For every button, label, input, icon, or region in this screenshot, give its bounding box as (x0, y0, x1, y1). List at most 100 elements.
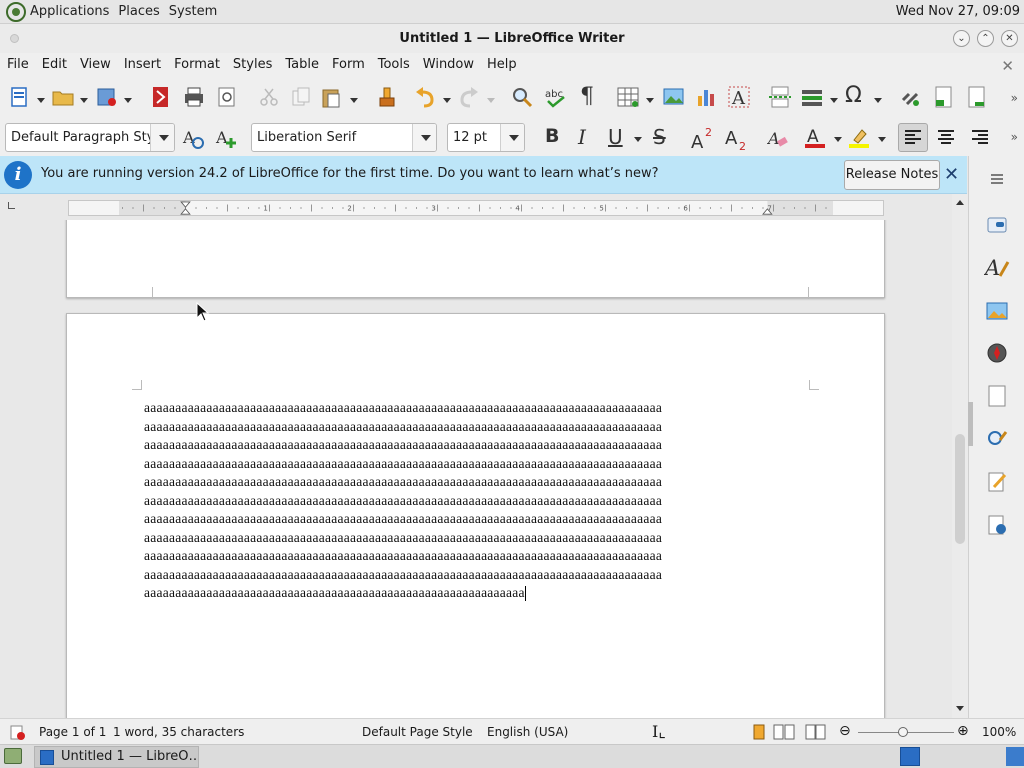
menu-form[interactable]: Form (332, 57, 365, 72)
panel-menu-applications[interactable]: Applications (30, 4, 109, 19)
special-character-icon[interactable]: Ω (845, 83, 862, 108)
menu-help[interactable]: Help (487, 57, 517, 72)
print-icon[interactable] (183, 86, 205, 108)
clear-formatting-icon[interactable]: A (767, 127, 789, 149)
menu-edit[interactable]: Edit (42, 57, 67, 72)
horizontal-ruler[interactable]: 1 2 3 4 5 6 7 (68, 200, 884, 216)
insert-page-break-icon[interactable] (769, 86, 791, 108)
workspace-switcher-icon[interactable] (900, 747, 920, 766)
manage-changes-icon[interactable] (986, 471, 1008, 493)
underline-button[interactable]: U (608, 125, 623, 149)
paste-icon[interactable] (320, 86, 342, 108)
menu-tools[interactable]: Tools (378, 57, 410, 72)
insert-footnote-icon[interactable] (932, 86, 954, 108)
navigator-icon[interactable] (986, 342, 1008, 364)
document-body-text[interactable]: aaaaaaaaaaaaaaaaaaaaaaaaaaaaaaaaaaaaaaaa… (144, 399, 809, 603)
zoom-in-icon[interactable]: ⊕ (957, 723, 969, 739)
zoom-out-icon[interactable]: ⊖ (839, 723, 851, 739)
insert-image-icon[interactable] (663, 86, 685, 108)
spelling-icon[interactable]: abc (545, 86, 567, 108)
update-style-icon[interactable]: A (182, 127, 204, 149)
panel-menu-system[interactable]: System (169, 4, 217, 19)
special-character-dropdown-icon[interactable] (874, 98, 882, 103)
infobar-close-icon[interactable]: ✕ (944, 164, 959, 185)
gallery-icon[interactable] (986, 300, 1008, 322)
insert-table-icon[interactable] (617, 86, 639, 108)
page-number-status[interactable]: Page 1 of 1 (39, 725, 106, 739)
insert-endnote-icon[interactable] (965, 86, 987, 108)
tab-stop-selector-icon[interactable] (8, 202, 15, 209)
distro-logo-icon[interactable] (6, 1, 26, 22)
paste-dropdown-icon[interactable] (350, 98, 358, 103)
save-icon[interactable] (96, 86, 118, 108)
zoom-percent[interactable]: 100% (982, 725, 1016, 739)
close-icon[interactable]: ✕ (1001, 30, 1018, 47)
table-dropdown-icon[interactable] (646, 98, 654, 103)
sidebar-menu-icon[interactable] (986, 168, 1008, 190)
new-style-icon[interactable]: A (215, 127, 237, 149)
field-dropdown-icon[interactable] (830, 98, 838, 103)
menu-format[interactable]: Format (174, 57, 220, 72)
scroll-up-icon[interactable] (956, 200, 964, 205)
font-color-dropdown-icon[interactable] (834, 137, 842, 142)
show-desktop-icon[interactable] (4, 748, 22, 764)
insert-hyperlink-icon[interactable] (899, 86, 921, 108)
zoom-slider-knob[interactable] (898, 727, 908, 737)
document-modified-icon[interactable] (10, 725, 26, 741)
menu-table[interactable]: Table (285, 57, 319, 72)
export-pdf-icon[interactable] (150, 86, 172, 108)
word-count-status[interactable]: 1 word, 35 characters (113, 725, 244, 739)
open-dropdown-icon[interactable] (80, 98, 88, 103)
insert-field-icon[interactable] (801, 86, 823, 108)
print-preview-icon[interactable] (216, 86, 238, 108)
copy-icon[interactable] (290, 86, 312, 108)
formatting-overflow-icon[interactable]: » (1011, 130, 1018, 144)
page-icon[interactable] (986, 385, 1008, 407)
vertical-scrollbar[interactable] (952, 194, 968, 718)
menu-file[interactable]: File (7, 57, 29, 72)
insert-mode-icon[interactable]: I⌞ (652, 722, 666, 741)
maximize-icon[interactable]: ⌃ (977, 30, 994, 47)
superscript-icon[interactable]: A2 (690, 125, 716, 151)
menu-styles[interactable]: Styles (233, 57, 272, 72)
font-size-dropdown-icon[interactable] (500, 124, 524, 151)
italic-button[interactable]: I (578, 125, 586, 149)
align-center-icon[interactable] (937, 129, 955, 147)
minimize-icon[interactable]: ⌄ (953, 30, 970, 47)
multi-page-view-icon[interactable] (773, 724, 795, 740)
redo-dropdown-icon[interactable] (487, 98, 495, 103)
undo-icon[interactable] (414, 86, 436, 108)
page-style-status[interactable]: Default Page Style (362, 725, 473, 739)
formatting-marks-icon[interactable]: ¶ (580, 84, 594, 109)
new-dropdown-icon[interactable] (37, 98, 45, 103)
save-dropdown-icon[interactable] (124, 98, 132, 103)
scroll-down-icon[interactable] (956, 706, 964, 711)
close-document-icon[interactable]: ✕ (1001, 57, 1014, 75)
page-current[interactable]: aaaaaaaaaaaaaaaaaaaaaaaaaaaaaaaaaaaaaaaa… (66, 313, 885, 718)
insert-chart-icon[interactable] (696, 86, 718, 108)
clock[interactable]: Wed Nov 27, 09:09 (896, 4, 1020, 19)
undo-dropdown-icon[interactable] (443, 98, 451, 103)
paragraph-style-combo[interactable]: Default Paragraph Style (5, 123, 175, 152)
font-color-icon[interactable]: A (804, 126, 826, 148)
menu-view[interactable]: View (80, 57, 111, 72)
find-replace-icon[interactable] (511, 86, 533, 108)
underline-dropdown-icon[interactable] (634, 137, 642, 142)
subscript-icon[interactable]: A2 (724, 125, 750, 151)
design-icon[interactable] (986, 514, 1008, 536)
highlight-color-icon[interactable] (848, 126, 870, 148)
properties-icon[interactable] (986, 214, 1008, 236)
new-document-icon[interactable] (9, 86, 31, 108)
toolbar-overflow-icon[interactable]: » (1011, 91, 1018, 105)
language-status[interactable]: English (USA) (487, 725, 568, 739)
taskbar-window-button[interactable]: Untitled 1 — LibreO… (34, 746, 199, 768)
font-size-combo[interactable]: 12 pt (447, 123, 525, 152)
open-folder-icon[interactable] (52, 86, 74, 108)
menu-insert[interactable]: Insert (124, 57, 161, 72)
release-notes-button[interactable]: Release Notes (844, 160, 940, 190)
cut-icon[interactable] (258, 86, 280, 108)
tray-app-icon[interactable] (1006, 747, 1024, 766)
style-inspector-icon[interactable] (986, 428, 1008, 450)
styles-icon[interactable]: A (984, 254, 1010, 280)
scroll-thumb[interactable] (955, 434, 965, 544)
